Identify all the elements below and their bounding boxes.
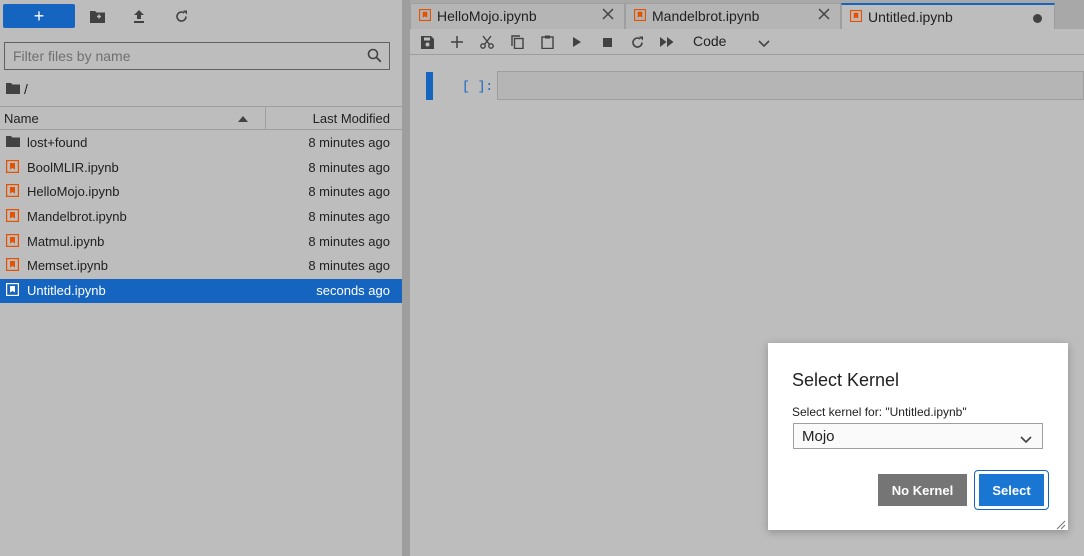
file-name: BoolMLIR.ipynb — [27, 160, 119, 175]
notebook-icon — [5, 257, 20, 272]
file-modified: 8 minutes ago — [308, 135, 390, 150]
chevron-down-icon — [1020, 432, 1032, 444]
new-launcher-button[interactable]: + — [3, 4, 75, 28]
list-item[interactable]: Memset.ipynb 8 minutes ago — [0, 254, 402, 278]
file-name: Mandelbrot.ipynb — [27, 209, 127, 224]
file-modified: 8 minutes ago — [308, 209, 390, 224]
notebook-icon — [849, 9, 863, 23]
list-item[interactable]: BoolMLIR.ipynb 8 minutes ago — [0, 156, 402, 180]
file-name: Memset.ipynb — [27, 258, 108, 273]
dialog-title: Select Kernel — [792, 370, 900, 390]
chevron-down-icon[interactable] — [758, 36, 770, 48]
new-folder-icon[interactable] — [89, 8, 105, 24]
file-browser-toolbar: + — [0, 0, 402, 36]
file-name: lost+found — [27, 135, 88, 150]
kernel-select-value: Mojo — [802, 428, 835, 445]
notebook-toolbar: Code — [410, 29, 1084, 55]
notebook-icon — [418, 8, 432, 22]
file-modified: 8 minutes ago — [308, 160, 390, 175]
kernel-select[interactable]: Mojo — [793, 423, 1043, 449]
unsaved-dot-icon[interactable] — [1033, 14, 1042, 23]
fast-forward-icon[interactable] — [659, 34, 675, 50]
tab-label: HelloMojo.ipynb — [437, 8, 537, 24]
list-item-selected[interactable]: Untitled.ipynb seconds ago — [0, 279, 402, 303]
restart-icon[interactable] — [629, 34, 645, 50]
home-folder-icon[interactable] — [6, 81, 20, 97]
search-icon — [367, 48, 383, 64]
active-cell-indicator — [426, 72, 433, 100]
refresh-icon[interactable] — [173, 8, 189, 24]
folder-icon — [6, 135, 20, 149]
file-name: Untitled.ipynb — [27, 283, 106, 298]
file-modified: seconds ago — [316, 283, 390, 298]
close-icon[interactable] — [818, 8, 830, 22]
add-cell-icon[interactable] — [449, 34, 465, 50]
filter-input[interactable] — [5, 43, 361, 69]
notebook-icon — [633, 8, 647, 22]
list-item[interactable]: lost+found 8 minutes ago — [0, 131, 402, 155]
paste-icon[interactable] — [539, 34, 555, 50]
save-icon[interactable] — [419, 34, 435, 50]
file-modified: 8 minutes ago — [308, 234, 390, 249]
run-icon[interactable] — [569, 34, 585, 50]
file-browser: + / Name Last Modified lost+found 8 — [0, 0, 402, 556]
tab-bar: HelloMojo.ipynb Mandelbrot.ipynb Untitle… — [410, 0, 1084, 29]
tab-hellomojo[interactable]: HelloMojo.ipynb — [410, 3, 625, 29]
select-button[interactable]: Select — [979, 474, 1044, 506]
cell-type-select[interactable]: Code — [693, 33, 726, 49]
file-modified: 8 minutes ago — [308, 258, 390, 273]
tab-untitled[interactable]: Untitled.ipynb — [841, 3, 1055, 29]
list-item[interactable]: HelloMojo.ipynb 8 minutes ago — [0, 180, 402, 204]
list-item[interactable]: Matmul.ipynb 8 minutes ago — [0, 230, 402, 254]
tab-label: Mandelbrot.ipynb — [652, 8, 760, 24]
tab-label: Untitled.ipynb — [868, 9, 953, 25]
upload-icon[interactable] — [131, 8, 147, 24]
panel-splitter[interactable] — [402, 0, 410, 556]
notebook-icon — [5, 159, 20, 174]
code-cell-input[interactable] — [497, 71, 1084, 100]
breadcrumb-root[interactable]: / — [24, 81, 28, 97]
copy-icon[interactable] — [509, 34, 525, 50]
select-kernel-dialog: Select Kernel Select kernel for: "Untitl… — [768, 343, 1068, 530]
notebook-icon — [5, 183, 20, 198]
file-name: Matmul.ipynb — [27, 234, 105, 249]
sort-ascending-icon — [238, 116, 248, 122]
file-name: HelloMojo.ipynb — [27, 184, 120, 199]
filter-box — [4, 42, 390, 70]
modified-column-header[interactable]: Last Modified — [313, 111, 390, 126]
list-item[interactable]: Mandelbrot.ipynb 8 minutes ago — [0, 205, 402, 229]
notebook-icon — [5, 208, 20, 223]
notebook-icon — [5, 282, 20, 297]
resize-handle-icon[interactable] — [1056, 518, 1066, 530]
name-column-header[interactable]: Name — [4, 111, 39, 126]
listing-header: Name Last Modified — [0, 106, 402, 130]
cell-prompt: [ ]: — [462, 79, 494, 94]
column-divider[interactable] — [265, 107, 266, 129]
close-icon[interactable] — [602, 8, 614, 22]
notebook-icon — [5, 233, 20, 248]
file-modified: 8 minutes ago — [308, 184, 390, 199]
tab-mandelbrot[interactable]: Mandelbrot.ipynb — [625, 3, 841, 29]
dialog-label: Select kernel for: "Untitled.ipynb" — [792, 405, 967, 419]
stop-icon[interactable] — [599, 34, 615, 50]
breadcrumb: / — [6, 80, 28, 98]
no-kernel-button[interactable]: No Kernel — [878, 474, 967, 506]
cut-icon[interactable] — [479, 34, 495, 50]
